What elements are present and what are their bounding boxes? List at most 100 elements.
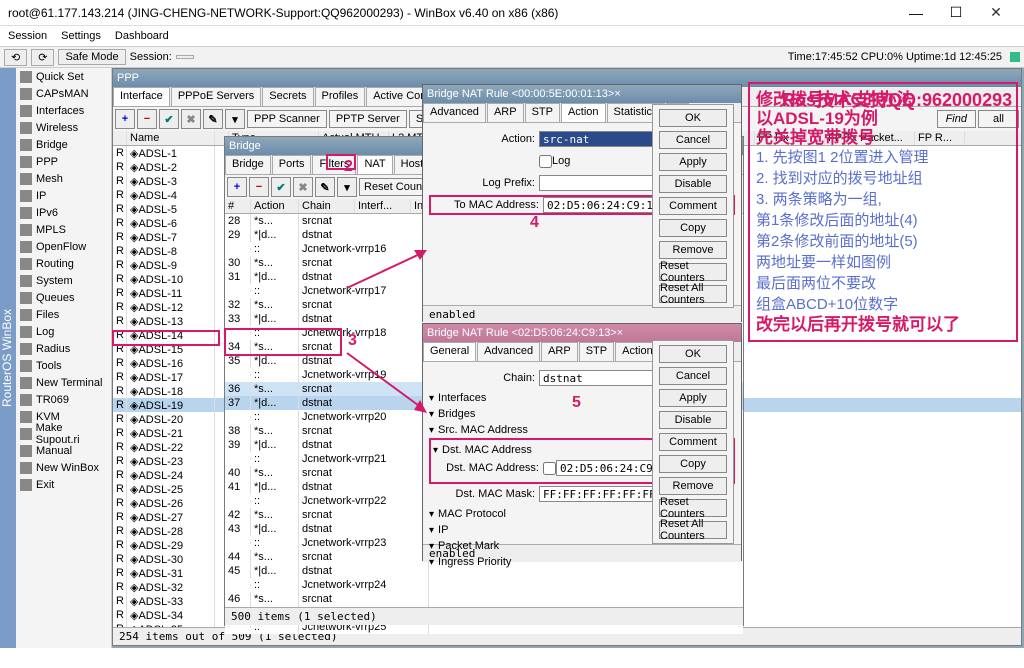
dlg1-close-icon[interactable]: × [614,88,620,100]
sidebar-item-log[interactable]: Log [16,323,111,340]
session-combo[interactable] [176,55,194,59]
tab-ports[interactable]: Ports [272,155,312,174]
safe-mode-button[interactable]: Safe Mode [58,49,125,65]
reset-all-counters-button[interactable]: Reset All Counters [659,285,727,303]
copy-button[interactable]: Copy [659,219,727,237]
pptp-server-button[interactable]: PPTP Server [329,110,407,128]
sidebar-item-wireless[interactable]: Wireless [16,119,111,136]
sidebar-item-files[interactable]: Files [16,306,111,323]
sidebar-item-quick-set[interactable]: Quick Set [16,68,111,85]
remove-button[interactable]: Remove [659,477,727,495]
bridge-disable-button[interactable]: ✖ [293,177,313,197]
tab-secrets[interactable]: Secrets [262,87,313,106]
sidebar-item-tools[interactable]: Tools [16,357,111,374]
forward-button[interactable]: ⟳ [31,49,54,66]
tab-bridge[interactable]: Bridge [225,155,271,174]
dlg2-tab-stp[interactable]: STP [579,342,614,361]
sidebar-item-routing[interactable]: Routing [16,255,111,272]
tab-nat[interactable]: NAT [357,155,392,174]
bridge-add-button[interactable]: + [227,177,247,197]
sidebar-item-queues[interactable]: Queues [16,289,111,306]
maximize-icon[interactable]: ☐ [936,0,976,26]
sidebar-item-capsman[interactable]: CAPsMAN [16,85,111,102]
table-row[interactable]: 46*s...srcnat [225,592,743,606]
bridge-filter-button[interactable]: ▾ [337,177,357,197]
comment-button[interactable]: ✎ [203,109,223,129]
bridge-comment-button[interactable]: ✎ [315,177,335,197]
menu-dashboard[interactable]: Dashboard [115,30,169,42]
log-checkbox[interactable] [539,155,552,168]
back-button[interactable]: ⟲ [4,49,27,66]
disable-button[interactable]: Disable [659,175,727,193]
filter-button[interactable]: ▾ [225,109,245,129]
menu-icon [20,428,32,440]
dlg2-tab-gen[interactable]: General [423,342,476,361]
anno-box-nat [326,154,356,170]
dlg1-tab-action[interactable]: Action [561,103,606,122]
reset-counters-button[interactable]: Reset Counters [659,263,727,281]
tab-pppoe[interactable]: PPPoE Servers [171,87,261,106]
sidebar-item-ip[interactable]: IP [16,187,111,204]
cancel-button[interactable]: Cancel [659,367,727,385]
menu-icon [20,462,32,474]
ok-button[interactable]: OK [659,109,727,127]
menu-icon [20,88,32,100]
dlg2-tab-arp[interactable]: ARP [541,342,578,361]
col-action[interactable]: Action [251,199,299,213]
col-name[interactable]: Name [127,131,215,145]
dlg1-tab-stp[interactable]: STP [525,103,560,122]
reset-counters-button[interactable]: Reset Counters [659,499,727,517]
col-num[interactable]: # [225,199,251,213]
menu-settings[interactable]: Settings [61,30,101,42]
remove-button[interactable]: Remove [659,241,727,259]
bridge-remove-button[interactable]: − [249,177,269,197]
menu-icon [20,343,32,355]
close-icon[interactable]: ✕ [976,0,1016,26]
tab-interface[interactable]: Interface [113,87,170,106]
sidebar-item-mesh[interactable]: Mesh [16,170,111,187]
comment-button[interactable]: Comment [659,433,727,451]
ppp-scanner-button[interactable]: PPP Scanner [247,110,327,128]
sidebar-item-make-supout-rif[interactable]: Make Supout.ri [16,425,111,442]
sidebar-item-bridge[interactable]: Bridge [16,136,111,153]
cancel-button[interactable]: Cancel [659,131,727,149]
dlg2-tab-adv[interactable]: Advanced [477,342,540,361]
comment-button[interactable]: Comment [659,197,727,215]
sidebar-item-exit[interactable]: Exit [16,476,111,493]
enable-button[interactable]: ✔ [159,109,179,129]
dlg2-close-icon[interactable]: × [617,327,623,339]
tab-profiles[interactable]: Profiles [315,87,366,106]
dlg1-title: Bridge NAT Rule <00:00:5E:00:01:13> [427,88,614,100]
disable-button[interactable]: Disable [659,411,727,429]
table-row[interactable]: ::Jcnetwork-vrrp24 [225,578,743,592]
menu-icon [20,275,32,287]
sidebar-item-openflow[interactable]: OpenFlow [16,238,111,255]
apply-button[interactable]: Apply [659,389,727,407]
bridge-title: Bridge [229,140,261,152]
sidebar-item-interfaces[interactable]: Interfaces [16,102,111,119]
add-button[interactable]: + [115,109,135,129]
reset-all-counters-button[interactable]: Reset All Counters [659,521,727,539]
ok-button[interactable]: OK [659,345,727,363]
disable-button[interactable]: ✖ [181,109,201,129]
sidebar-item-system[interactable]: System [16,272,111,289]
sidebar-item-tr069[interactable]: TR069 [16,391,111,408]
minimize-icon[interactable]: — [896,0,936,26]
sidebar-item-ipv6[interactable]: IPv6 [16,204,111,221]
dlg1-tab-adv[interactable]: Advanced [423,103,486,122]
dlg1-tab-arp[interactable]: ARP [487,103,524,122]
copy-button[interactable]: Copy [659,455,727,473]
menu-session[interactable]: Session [8,30,47,42]
sidebar-item-radius[interactable]: Radius [16,340,111,357]
dstmac-neg[interactable] [543,462,556,475]
sidebar-item-ppp[interactable]: PPP [16,153,111,170]
sidebar-item-new-winbox[interactable]: New WinBox [16,459,111,476]
sidebar-item-mpls[interactable]: MPLS [16,221,111,238]
sidebar-item-new-terminal[interactable]: New Terminal [16,374,111,391]
apply-button[interactable]: Apply [659,153,727,171]
bridge-enable-button[interactable]: ✔ [271,177,291,197]
remove-button[interactable]: − [137,109,157,129]
col-chain[interactable]: Chain [299,199,355,213]
col-if1[interactable]: Interf... [355,199,411,213]
reset-counters-button[interactable]: Reset Coun [359,178,427,196]
